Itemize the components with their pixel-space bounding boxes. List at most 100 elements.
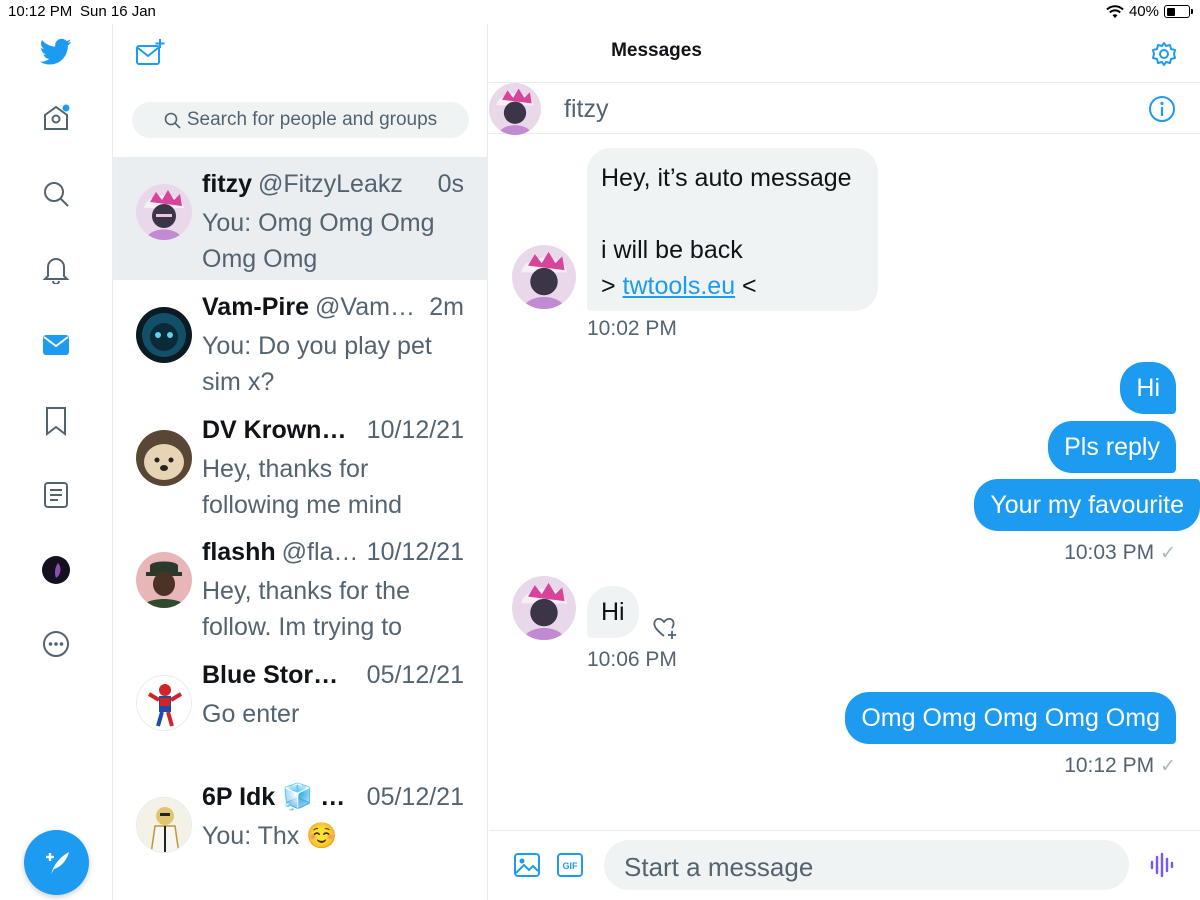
message-text: Your my favourite xyxy=(990,491,1184,519)
message-bubble-outgoing[interactable]: Omg Omg Omg Omg Omg xyxy=(845,692,1176,744)
status-time: 10:12 PM xyxy=(8,3,73,20)
message-text: Pls reply xyxy=(1064,433,1160,461)
profile-avatar[interactable] xyxy=(40,554,72,586)
conversation-handle xyxy=(352,415,358,445)
battery-icon xyxy=(1164,5,1193,18)
sender-avatar[interactable] xyxy=(512,245,576,309)
message-timestamp: 10:06 PM xyxy=(587,648,677,671)
search-icon[interactable] xyxy=(40,178,72,210)
search-input[interactable]: Search for people and groups xyxy=(132,102,469,138)
sent-check-icon: ✓ xyxy=(1160,756,1176,777)
message-link[interactable]: twtools.eu xyxy=(623,272,736,300)
add-gif-button[interactable]: GIF xyxy=(556,851,584,879)
chat-header: fitzy xyxy=(489,82,1200,135)
react-button[interactable] xyxy=(651,614,679,642)
add-photo-button[interactable] xyxy=(513,851,541,879)
bookmarks-icon[interactable] xyxy=(40,405,72,437)
contact-name: fitzy xyxy=(564,95,609,123)
conversation-name: 6P Idk 🧊 … xyxy=(202,783,346,811)
conversation-preview: You: Do you play pet sim x? xyxy=(202,332,432,396)
conversation-item-fitzy[interactable]: fitzy @FitzyLeakz 0s You: Omg Omg Omg Om… xyxy=(113,157,488,280)
conversation-preview: Hey, thanks for the follow. Im trying to xyxy=(202,577,410,641)
sent-check-icon: ✓ xyxy=(1160,543,1176,564)
message-text: i will be back xyxy=(601,236,743,264)
conversation-header: fitzy @FitzyLeakz 0s xyxy=(202,169,464,199)
heart-plus-icon xyxy=(653,617,676,639)
conversation-handle: @Vam… xyxy=(315,293,415,321)
twitter-logo-icon[interactable] xyxy=(40,36,72,68)
gif-icon: GIF xyxy=(557,853,583,877)
notifications-bell-icon[interactable] xyxy=(40,253,72,285)
message-input[interactable]: Start a message xyxy=(604,840,1129,890)
chat-panel: Messages fitzy Hey, it’s auto message i … xyxy=(489,24,1200,900)
conversation-item-blue-stor[interactable]: Blue Stor… 05/12/21 Go enter xyxy=(113,648,488,771)
search-icon xyxy=(164,112,181,129)
message-timestamp: 10:02 PM xyxy=(587,317,677,340)
conversation-item-dv-krown[interactable]: DV Krown… 10/12/21 Hey, thanks for follo… xyxy=(113,403,488,526)
conversation-item-6p-idk[interactable]: 6P Idk 🧊 … 05/12/21 You: Thx ☺️ xyxy=(113,770,488,893)
conversation-header: flashh @fla… 10/12/21 xyxy=(202,537,464,567)
avatar xyxy=(136,184,192,240)
wifi-icon xyxy=(1106,4,1124,18)
compose-tweet-button[interactable] xyxy=(24,830,89,895)
status-right: 40% xyxy=(1106,3,1193,20)
contact-avatar[interactable] xyxy=(489,83,541,135)
avatar xyxy=(136,675,192,731)
messages-envelope-icon[interactable] xyxy=(40,329,72,361)
conversation-name: Vam-Pire xyxy=(202,293,310,321)
conversation-handle: @fla… xyxy=(281,538,359,566)
conversation-time: 2m xyxy=(429,293,464,321)
conversation-info-button[interactable] xyxy=(1148,95,1176,123)
conversation-name: Blue Stor… xyxy=(202,661,339,689)
voice-wave-icon xyxy=(1150,852,1174,878)
message-status: 10:12 PM ✓ xyxy=(1064,754,1176,778)
message-bubble-incoming[interactable]: Hi xyxy=(587,586,639,638)
status-date: Sun 16 Jan xyxy=(80,3,156,20)
message-timestamp: 10:12 PM xyxy=(1064,754,1155,777)
message-bubble-outgoing[interactable]: Your my favourite xyxy=(974,479,1200,531)
conversation-header: 6P Idk 🧊 … 05/12/21 xyxy=(202,782,464,812)
search-placeholder: Search for people and groups xyxy=(186,109,438,130)
conversation-header: DV Krown… 10/12/21 xyxy=(202,415,464,445)
battery-percent: 40% xyxy=(1128,3,1159,20)
message-timestamp: 10:03 PM xyxy=(1064,541,1155,564)
avatar xyxy=(136,797,192,853)
conversation-list-panel: Search for people and groups fitzy @Fitz… xyxy=(113,24,488,900)
voice-message-button[interactable] xyxy=(1147,851,1175,879)
conversation-header: Vam-Pire @Vam… 2m xyxy=(202,292,464,322)
message-composer: GIF Start a message xyxy=(489,830,1200,900)
image-icon xyxy=(514,853,540,877)
conversation-time: 05/12/21 xyxy=(366,783,464,811)
message-text: Omg Omg Omg Omg Omg xyxy=(861,704,1160,732)
message-text: < xyxy=(735,272,757,300)
message-bubble-outgoing[interactable]: Hi xyxy=(1120,362,1176,414)
conversation-preview: You: Thx ☺️ xyxy=(202,822,338,850)
home-icon[interactable] xyxy=(40,102,72,134)
conversation-time: 05/12/21 xyxy=(366,661,464,689)
conversation-time: 10/12/21 xyxy=(366,538,464,566)
conversation-name: DV Krown… xyxy=(202,416,347,444)
message-text: Hi xyxy=(1136,374,1160,402)
gear-icon xyxy=(1152,42,1176,66)
conversation-item-flashh[interactable]: flashh @fla… 10/12/21 Hey, thanks for th… xyxy=(113,525,488,648)
message-status: 10:03 PM ✓ xyxy=(1064,541,1176,565)
conversation-item-vam-pire[interactable]: Vam-Pire @Vam… 2m You: Do you play pet s… xyxy=(113,280,488,403)
conversation-handle: @FitzyLeakz xyxy=(258,170,403,198)
message-bubble-incoming[interactable]: Hey, it’s auto message i will be back > … xyxy=(587,148,878,311)
settings-button[interactable] xyxy=(1151,41,1177,67)
feather-plus-icon xyxy=(45,851,69,874)
status-bar: 10:12 PM Sun 16 Jan 40% xyxy=(0,0,1200,24)
message-input-placeholder: Start a message xyxy=(624,852,814,882)
message-bubble-outgoing[interactable]: Pls reply xyxy=(1048,421,1176,473)
avatar xyxy=(136,307,192,363)
conversation-time: 0s xyxy=(437,170,464,198)
conversation-time: 10/12/21 xyxy=(366,416,464,444)
conversation-handle xyxy=(344,660,359,690)
conversation-handle xyxy=(351,782,358,812)
avatar xyxy=(136,430,192,486)
message-text: Hey, it’s auto message xyxy=(601,164,852,192)
conversation-name: fitzy xyxy=(202,170,252,198)
lists-icon[interactable] xyxy=(40,479,72,511)
more-options-icon[interactable] xyxy=(40,628,72,660)
sender-avatar[interactable] xyxy=(512,576,576,640)
